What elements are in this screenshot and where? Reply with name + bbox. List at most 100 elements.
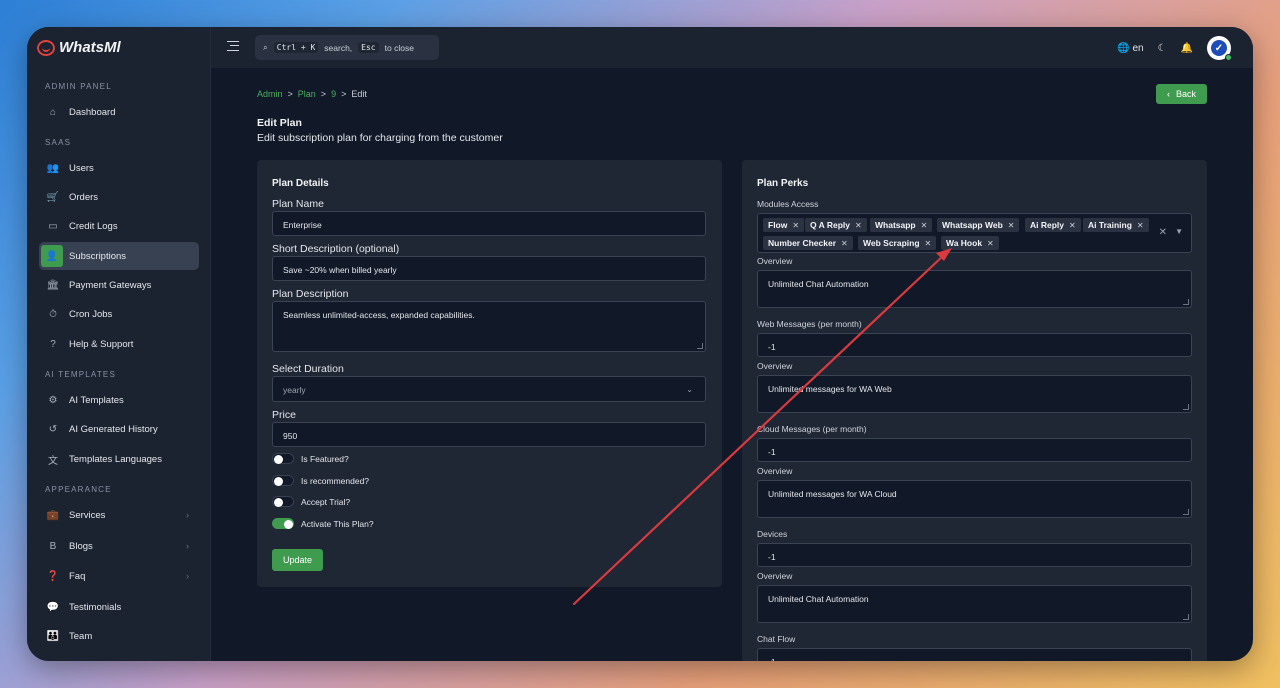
- remove-tag-icon[interactable]: ✕: [1137, 221, 1144, 230]
- remove-tag-icon[interactable]: ✕: [841, 239, 848, 248]
- sidebar-item-templates-languages[interactable]: 文 Templates Languages: [39, 445, 199, 473]
- sidebar-item-team[interactable]: 👪 Team: [39, 622, 199, 650]
- overview-label: Overview: [757, 361, 793, 371]
- remove-tag-icon[interactable]: ✕: [1008, 221, 1015, 230]
- sidebar-item-orders[interactable]: 🛒 Orders: [39, 183, 199, 211]
- section-saas: SAAS: [45, 138, 72, 147]
- remove-tag-icon[interactable]: ✕: [921, 221, 928, 230]
- resize-handle-icon[interactable]: [1183, 509, 1189, 515]
- topbar: ⌕ Ctrl + K search, Esc to close 🌐 en ☾ 🔔…: [211, 27, 1253, 68]
- credit-card-icon: ▭: [48, 220, 58, 232]
- language-switcher[interactable]: 🌐 en: [1117, 43, 1143, 54]
- recommended-toggle[interactable]: [272, 475, 294, 486]
- avatar[interactable]: ✓: [1207, 36, 1232, 61]
- module-tag: Number Checker ✕: [763, 236, 853, 250]
- team-icon: 👪: [46, 630, 60, 642]
- remove-tag-icon[interactable]: ✕: [1069, 221, 1076, 230]
- cloud-messages-input[interactable]: -1: [757, 438, 1192, 462]
- overview-label: Overview: [757, 466, 793, 476]
- app-window: WhatsMl ADMIN PANEL ⌂ Dashboard SAAS 👥 U…: [27, 27, 1253, 661]
- sidebar-item-faq[interactable]: ❓ Faq ›: [39, 562, 199, 590]
- sidebar-item-blogs[interactable]: B Blogs ›: [39, 532, 199, 560]
- bell-icon[interactable]: 🔔: [1181, 43, 1193, 54]
- featured-toggle[interactable]: [272, 453, 294, 464]
- duration-select[interactable]: yearly ⌄: [272, 376, 706, 402]
- resize-handle-icon[interactable]: [1183, 404, 1189, 410]
- menu-toggle-icon[interactable]: [227, 41, 239, 51]
- online-status-dot: [1225, 54, 1232, 61]
- module-tag: Whatsapp Web ✕: [937, 218, 1020, 232]
- timer-icon: ⏱: [49, 308, 57, 320]
- remove-tag-icon[interactable]: ✕: [987, 239, 994, 248]
- activate-plan-toggle[interactable]: [272, 518, 294, 529]
- chevron-left-icon: ‹: [1166, 89, 1170, 99]
- plan-description-label: Plan Description: [272, 288, 349, 300]
- language-code: en: [1132, 42, 1144, 54]
- home-icon: ⌂: [49, 106, 57, 118]
- back-button[interactable]: ‹ Back: [1156, 84, 1207, 104]
- caret-down-icon[interactable]: ▼: [1175, 227, 1183, 236]
- cart-icon: 🛒: [46, 191, 60, 203]
- sidebar-item-help-support[interactable]: ? Help & Support: [39, 330, 199, 358]
- logo[interactable]: WhatsMl: [37, 39, 121, 56]
- plan-name-input[interactable]: Enterprise: [272, 211, 706, 236]
- search-icon: ⌕: [263, 42, 268, 52]
- sidebar-item-credit-logs[interactable]: ▭ Credit Logs: [39, 212, 199, 240]
- overview-textarea[interactable]: Unlimited messages for WA Cloud: [757, 480, 1192, 518]
- overview-textarea[interactable]: Unlimited messages for WA Web: [757, 375, 1192, 413]
- chevron-right-icon: ›: [186, 510, 189, 520]
- short-description-input[interactable]: Save ~20% when billed yearly: [272, 256, 706, 281]
- moon-icon[interactable]: ☾: [1158, 43, 1167, 54]
- sidebar-item-ai-templates[interactable]: ⚙ AI Templates: [39, 386, 199, 414]
- sidebar-item-users[interactable]: 👥 Users: [39, 154, 199, 182]
- translate-icon: 文: [48, 455, 58, 467]
- plan-description-textarea[interactable]: Seamless unlimited-access, expanded capa…: [272, 301, 706, 352]
- breadcrumb-admin[interactable]: Admin: [257, 89, 283, 99]
- module-tag: Web Scraping ✕: [858, 236, 937, 250]
- featured-toggle-row: Is Featured?: [272, 453, 349, 464]
- sidebar-item-services[interactable]: 💼 Services ›: [39, 501, 199, 529]
- chat-flow-input[interactable]: -1: [757, 648, 1192, 661]
- overview-textarea[interactable]: Unlimited Chat Automation: [757, 585, 1192, 623]
- globe-icon: 🌐: [1117, 42, 1130, 54]
- accept-trial-toggle-row: Accept Trial?: [272, 496, 350, 507]
- remove-tag-icon[interactable]: ✕: [792, 221, 799, 230]
- breadcrumb-plan[interactable]: Plan: [298, 89, 316, 99]
- sidebar-item-testimonials[interactable]: 💬 Testimonials: [39, 593, 199, 621]
- sidebar-item-dashboard[interactable]: ⌂ Dashboard: [39, 98, 199, 126]
- resize-handle-icon[interactable]: [1183, 299, 1189, 305]
- resize-handle-icon[interactable]: [697, 343, 703, 349]
- chat-logo-icon: [37, 39, 55, 56]
- module-tag: Ai Training ✕: [1083, 218, 1149, 232]
- module-tag: Whatsapp ✕: [870, 218, 933, 232]
- clear-all-icon[interactable]: ✕: [1159, 227, 1167, 238]
- breadcrumb-separator: >: [320, 89, 327, 99]
- search-bar[interactable]: ⌕ Ctrl + K search, Esc to close: [255, 35, 439, 60]
- users-icon: 👥: [46, 162, 60, 174]
- sidebar-item-subscriptions[interactable]: 👤 Subscriptions: [39, 242, 199, 270]
- remove-tag-icon[interactable]: ✕: [855, 221, 862, 230]
- breadcrumb-separator: >: [287, 89, 293, 99]
- sidebar-item-payment-gateways[interactable]: 🏛 Payment Gateways: [39, 271, 199, 299]
- overview-textarea[interactable]: Unlimited Chat Automation: [757, 270, 1192, 308]
- breadcrumb-plan-id[interactable]: 9: [331, 89, 336, 99]
- devices-input[interactable]: -1: [757, 543, 1192, 567]
- breadcrumb-current: Edit: [351, 89, 367, 99]
- remove-tag-icon[interactable]: ✕: [925, 239, 932, 248]
- chevron-right-icon: ›: [186, 571, 189, 581]
- section-appearance: APPEARANCE: [45, 485, 112, 494]
- sidebar-item-cron-jobs[interactable]: ⏱ Cron Jobs: [39, 300, 199, 328]
- modules-multiselect[interactable]: Flow ✕ Q A Reply ✕ Whatsapp ✕ Whatsapp Web ✕…: [757, 213, 1192, 253]
- web-messages-label: Web Messages (per month): [757, 319, 862, 329]
- accept-trial-toggle[interactable]: [272, 496, 294, 507]
- chevron-right-icon: ›: [186, 541, 189, 551]
- update-button[interactable]: Update: [272, 549, 323, 571]
- overview-label: Overview: [757, 256, 793, 266]
- modules-access-label: Modules Access: [757, 199, 819, 209]
- user-badge-icon: 👤: [41, 245, 63, 267]
- logo-text: WhatsMl: [59, 39, 121, 56]
- sidebar-item-ai-generated-history[interactable]: ↺ AI Generated History: [39, 415, 199, 443]
- price-input[interactable]: 950: [272, 422, 706, 447]
- resize-handle-icon[interactable]: [1183, 614, 1189, 620]
- web-messages-input[interactable]: -1: [757, 333, 1192, 357]
